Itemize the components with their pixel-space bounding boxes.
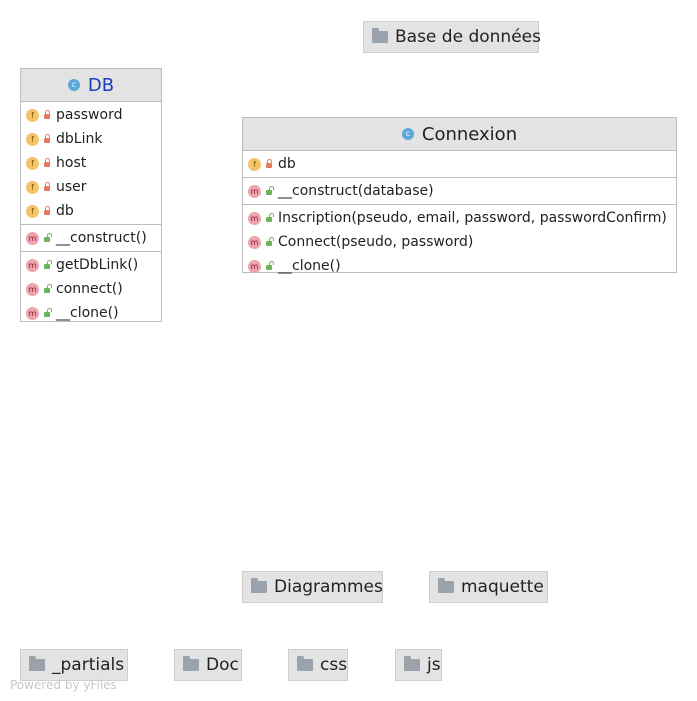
package-diagrammes[interactable]: Diagrammes (242, 571, 383, 603)
method-name: getDbLink() (56, 257, 139, 273)
package-label: maquette (461, 577, 544, 597)
method-name: __clone() (278, 258, 341, 274)
private-lock-icon (266, 159, 272, 168)
folder-icon (297, 656, 313, 671)
field-row[interactable]: f db (21, 199, 161, 223)
methods-section: m Inscription(pseudo, email, password, pa… (243, 205, 676, 279)
method-icon: m (248, 235, 261, 249)
class-icon: c (401, 128, 414, 140)
fields-section: f db (243, 151, 676, 178)
field-row[interactable]: f db (243, 152, 676, 176)
method-row[interactable]: m Inscription(pseudo, email, password, pa… (243, 206, 676, 230)
method-icon: m (248, 184, 261, 198)
method-icon: m (248, 259, 261, 273)
class-header: c Connexion (243, 118, 676, 151)
class-icon: c (67, 79, 80, 91)
field-icon: f (248, 157, 261, 171)
package-label: Diagrammes (274, 577, 383, 597)
constructor-name: __construct() (56, 230, 147, 246)
method-name: Connect(pseudo, password) (278, 234, 474, 250)
method-row[interactable]: m __clone() (21, 301, 161, 325)
field-icon: f (26, 156, 39, 170)
package-partials[interactable]: _partials (20, 649, 128, 681)
public-lock-icon (266, 186, 274, 195)
public-lock-icon (44, 308, 52, 317)
constructors-section: m __construct() (21, 225, 161, 252)
folder-icon (438, 578, 454, 593)
folder-icon (29, 656, 45, 671)
package-label: Doc (206, 655, 239, 675)
folder-icon (183, 656, 199, 671)
folder-icon (404, 656, 420, 671)
package-base-de-donnees[interactable]: Base de données (363, 21, 541, 53)
field-row[interactable]: f password (21, 103, 161, 127)
class-name: DB (87, 74, 115, 96)
private-lock-icon (44, 182, 50, 191)
method-name: connect() (56, 281, 123, 297)
constructor-row[interactable]: m __construct(database) (243, 179, 676, 203)
folder-icon (251, 578, 267, 593)
public-lock-icon (44, 260, 52, 269)
field-icon: f (26, 108, 39, 122)
package-label: js (427, 655, 441, 675)
method-row[interactable]: m __clone() (243, 254, 676, 278)
method-icon: m (26, 282, 39, 296)
field-row[interactable]: f host (21, 151, 161, 175)
constructor-row[interactable]: m __construct() (21, 226, 161, 250)
public-lock-icon (266, 237, 274, 246)
method-row[interactable]: m getDbLink() (21, 253, 161, 277)
methods-section: m getDbLink() m connect() m __clone() (21, 252, 161, 326)
class-db[interactable]: c DB f password f dbLink f host f user f db m… (20, 68, 162, 322)
method-name: Inscription(pseudo, email, password, pas… (278, 210, 667, 226)
private-lock-icon (44, 158, 50, 167)
method-name: __clone() (56, 305, 119, 321)
package-doc[interactable]: Doc (174, 649, 242, 681)
class-header: c DB (21, 69, 161, 102)
package-css[interactable]: css (288, 649, 348, 681)
folder-icon (372, 28, 388, 43)
class-connexion[interactable]: c Connexion f db m __construct(database) m… (242, 117, 677, 274)
class-name: Connexion (421, 123, 518, 145)
field-name: host (56, 155, 87, 171)
method-icon: m (26, 306, 39, 320)
field-name: db (278, 156, 296, 172)
package-maquette[interactable]: maquette (429, 571, 548, 603)
public-lock-icon (266, 213, 274, 222)
constructors-section: m __construct(database) (243, 178, 676, 205)
private-lock-icon (44, 110, 50, 119)
package-label: css (320, 655, 348, 675)
method-icon: m (248, 211, 261, 225)
field-name: user (56, 179, 87, 195)
powered-by-watermark: Powered by yFiles (10, 678, 117, 692)
constructor-name: __construct(database) (278, 183, 434, 199)
field-icon: f (26, 204, 39, 218)
field-icon: f (26, 180, 39, 194)
method-row[interactable]: m Connect(pseudo, password) (243, 230, 676, 254)
method-icon: m (26, 258, 39, 272)
field-name: dbLink (56, 131, 103, 147)
fields-section: f password f dbLink f host f user f db (21, 102, 161, 225)
public-lock-icon (44, 284, 52, 293)
public-lock-icon (266, 261, 274, 270)
field-row[interactable]: f user (21, 175, 161, 199)
field-name: db (56, 203, 74, 219)
package-js[interactable]: js (395, 649, 442, 681)
field-name: password (56, 107, 123, 123)
private-lock-icon (44, 134, 50, 143)
private-lock-icon (44, 206, 50, 215)
package-label: Base de données (395, 27, 541, 47)
field-row[interactable]: f dbLink (21, 127, 161, 151)
method-row[interactable]: m connect() (21, 277, 161, 301)
public-lock-icon (44, 233, 52, 242)
method-icon: m (26, 231, 39, 245)
field-icon: f (26, 132, 39, 146)
package-label: _partials (52, 655, 125, 675)
